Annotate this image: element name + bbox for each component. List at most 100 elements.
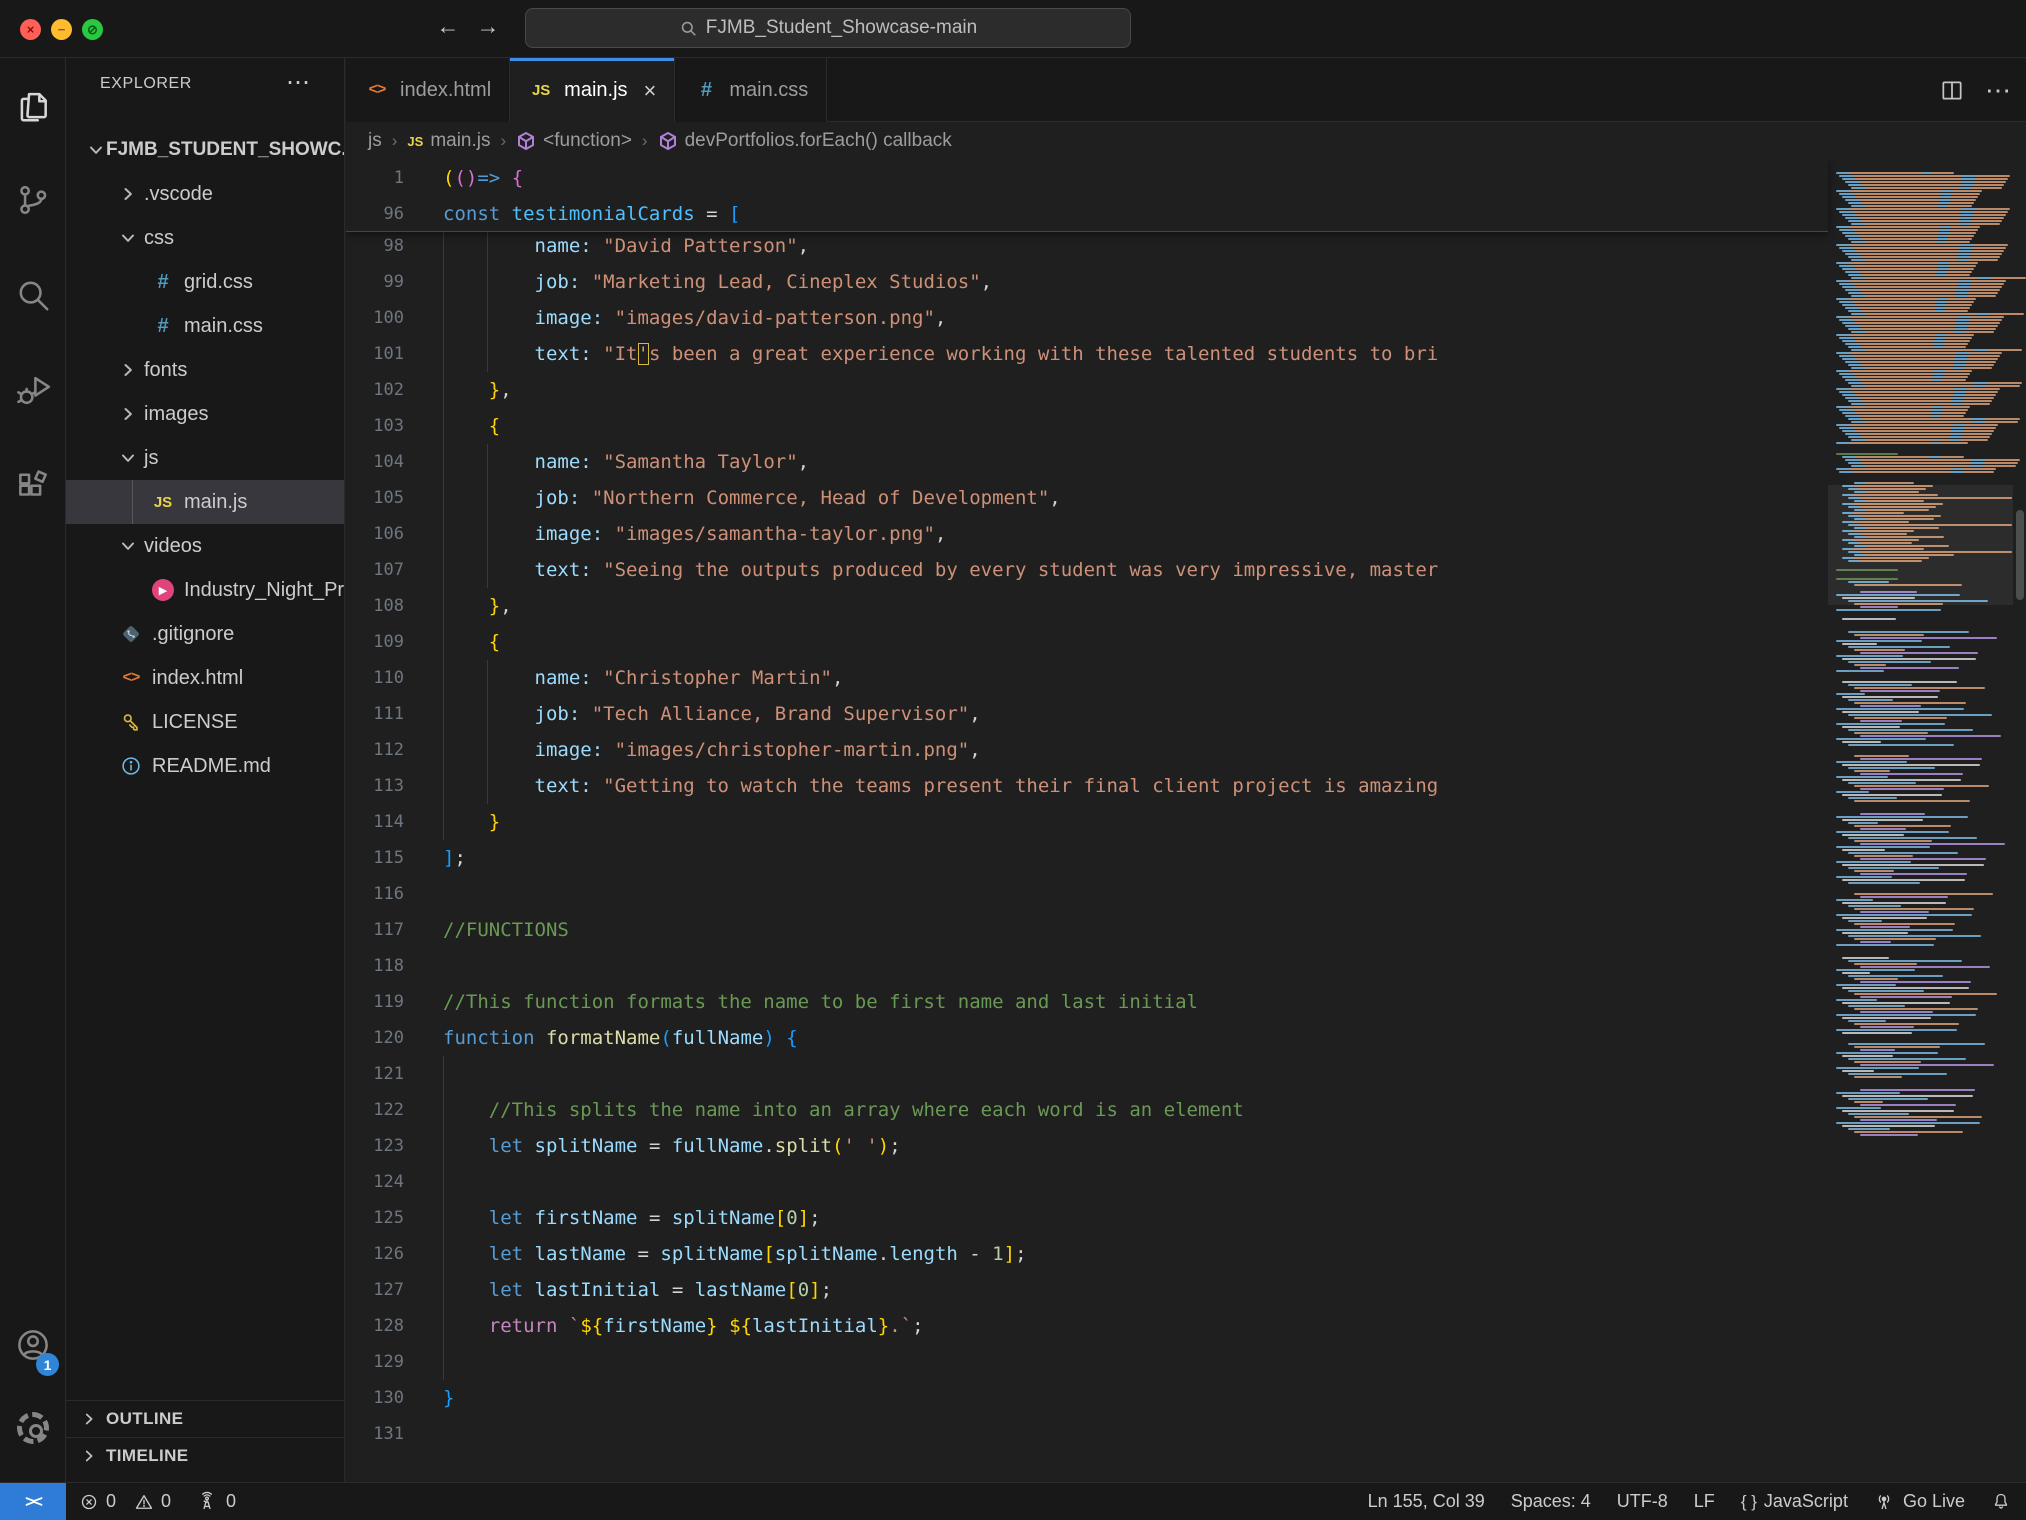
tree-file-license[interactable]: LICENSE (66, 700, 345, 744)
code-line-109[interactable]: 109 { (346, 624, 1826, 660)
minimap-row (1842, 1095, 1973, 1097)
status-eol[interactable]: LF (1681, 1483, 1728, 1520)
code-line-119[interactable]: 119//This function formats the name to b… (346, 984, 1826, 1020)
minimap-slider[interactable] (1828, 485, 2013, 605)
code-line-107[interactable]: 107 text: "Seeing the outputs produced b… (346, 552, 1826, 588)
code-line-128[interactable]: 128 return `${firstName} ${lastInitial}.… (346, 1308, 1826, 1344)
minimap[interactable] (1828, 160, 2013, 1482)
code-line-111[interactable]: 111 job: "Tech Alliance, Brand Superviso… (346, 696, 1826, 732)
code-line-112[interactable]: 112 image: "images/christopher-martin.pn… (346, 732, 1826, 768)
code-line-129[interactable]: 129 (346, 1344, 1826, 1380)
minimap-row (1860, 911, 1929, 913)
sticky-scroll[interactable]: 1(()=> {96const testimonialCards = [ (346, 160, 1828, 232)
history-forward-button[interactable]: → (472, 13, 504, 40)
tree-file-industry-night-pro-[interactable]: ▶Industry_Night_Pro... (66, 568, 345, 612)
tree-folder-videos[interactable]: videos (66, 524, 345, 568)
tree-file--gitignore[interactable]: .gitignore (66, 612, 345, 656)
code-line-104[interactable]: 104 name: "Samantha Taylor", (346, 444, 1826, 480)
code-line-118[interactable]: 118 (346, 948, 1826, 984)
code-line-131[interactable]: 131 (346, 1416, 1826, 1452)
problems-status[interactable]: 00 (66, 1483, 184, 1520)
activity-settings-icon[interactable] (0, 1393, 65, 1463)
activity-explorer-icon[interactable] (0, 71, 65, 141)
breadcrumb-item[interactable]: devPortfolios.forEach() callback (658, 130, 952, 152)
tree-folder-fjmb-student-showc-[interactable]: FJMB_STUDENT_SHOWC... (66, 128, 345, 172)
code-line-117[interactable]: 117//FUNCTIONS (346, 912, 1826, 948)
code-editor[interactable]: 97 {98 name: "David Patterson",99 job: "… (346, 160, 2026, 1482)
code-line-100[interactable]: 100 image: "images/david-patterson.png", (346, 300, 1826, 336)
close-tab-icon[interactable]: × (644, 78, 657, 104)
code-line-130[interactable]: 130} (346, 1380, 1826, 1416)
tree-file-readme-md[interactable]: README.md (66, 744, 345, 788)
code-line-114[interactable]: 114 } (346, 804, 1826, 840)
code-line-102[interactable]: 102 }, (346, 372, 1826, 408)
status-encoding[interactable]: UTF-8 (1604, 1483, 1681, 1520)
minimize-window-button[interactable]: − (51, 19, 72, 40)
code-line-105[interactable]: 105 job: "Northern Commerce, Head of Dev… (346, 480, 1826, 516)
zoom-window-button[interactable]: ⊘ (82, 19, 103, 40)
code-line-1[interactable]: 1(()=> { (346, 160, 1828, 196)
sidebar-section-outline[interactable]: OUTLINE (66, 1400, 345, 1437)
tree-folder-images[interactable]: images (66, 392, 345, 436)
code-line-101[interactable]: 101 text: "It's been a great experience … (346, 336, 1826, 372)
code-line-124[interactable]: 124 (346, 1164, 1826, 1200)
tab-index-html[interactable]: <>index.html (346, 58, 510, 122)
code-line-116[interactable]: 116 (346, 876, 1826, 912)
more-actions-icon[interactable]: ⋯ (1985, 75, 2012, 106)
breadcrumb-item[interactable]: JSmain.js (407, 130, 490, 152)
activity-extensions-icon[interactable] (0, 450, 65, 520)
code-line-106[interactable]: 106 image: "images/samantha-taylor.png", (346, 516, 1826, 552)
minimap-row (1848, 256, 2000, 258)
tree-file-main-css[interactable]: #main.css (66, 304, 345, 348)
code-line-126[interactable]: 126 let lastName = splitName[splitName.l… (346, 1236, 1826, 1272)
minimap-row (1848, 714, 1992, 716)
minimap-row (1848, 837, 1977, 839)
code-line-121[interactable]: 121 (346, 1056, 1826, 1092)
sidebar-section-timeline[interactable]: TIMELINE (66, 1437, 345, 1474)
status-notifications[interactable] (1978, 1483, 2026, 1520)
tree-folder-js[interactable]: js (66, 436, 345, 480)
history-back-button[interactable]: ← (432, 13, 464, 40)
code-line-99[interactable]: 99 job: "Marketing Lead, Cineplex Studio… (346, 264, 1826, 300)
tree-file-grid-css[interactable]: #grid.css (66, 260, 345, 304)
status-cursor-position[interactable]: Ln 155, Col 39 (1355, 1483, 1498, 1520)
code-line-120[interactable]: 120function formatName(fullName) { (346, 1020, 1826, 1056)
activity-run-debug-icon[interactable] (0, 355, 65, 425)
ports-status[interactable]: 0 (184, 1483, 249, 1520)
tree-folder-fonts[interactable]: fonts (66, 348, 345, 392)
code-line-96[interactable]: 96const testimonialCards = [ (346, 196, 1828, 232)
activity-accounts-icon[interactable]: 1 (0, 1310, 65, 1380)
explorer-more-actions-button[interactable]: ⋯ (286, 68, 312, 97)
code-line-98[interactable]: 98 name: "David Patterson", (346, 228, 1826, 264)
tree-folder--vscode[interactable]: .vscode (66, 172, 345, 216)
code-line-123[interactable]: 123 let splitName = fullName.split(' '); (346, 1128, 1826, 1164)
code-line-122[interactable]: 122 //This splits the name into an array… (346, 1092, 1826, 1128)
status-go-live[interactable]: Go Live (1861, 1483, 1978, 1520)
vertical-scrollbar[interactable] (2016, 510, 2024, 600)
code-line-125[interactable]: 125 let firstName = splitName[0]; (346, 1200, 1826, 1236)
code-line-113[interactable]: 113 text: "Getting to watch the teams pr… (346, 768, 1826, 804)
tree-file-main-js[interactable]: JSmain.js (66, 480, 345, 524)
code-line-103[interactable]: 103 { (346, 408, 1826, 444)
code-line-115[interactable]: 115]; (346, 840, 1826, 876)
split-editor-icon[interactable] (1939, 77, 1965, 103)
minimap-row (1842, 1017, 1931, 1019)
activity-search-icon[interactable] (0, 260, 65, 330)
breadcrumb[interactable]: js›JSmain.js›<function>›devPortfolios.fo… (346, 122, 2026, 160)
tab-main-css[interactable]: #main.css (675, 58, 827, 122)
activity-source-control-icon[interactable] (0, 165, 65, 235)
remote-indicator[interactable]: >< (0, 1483, 66, 1520)
breadcrumb-item[interactable]: <function> (516, 130, 632, 152)
minimap-row (1848, 1128, 1890, 1130)
command-center-search[interactable]: FJMB_Student_Showcase-main (525, 8, 1131, 48)
tab-main-js[interactable]: JSmain.js× (510, 58, 675, 123)
status-indentation[interactable]: Spaces: 4 (1498, 1483, 1604, 1520)
tree-folder-css[interactable]: css (66, 216, 345, 260)
code-line-110[interactable]: 110 name: "Christopher Martin", (346, 660, 1826, 696)
close-window-button[interactable]: × (20, 19, 41, 40)
code-line-108[interactable]: 108 }, (346, 588, 1826, 624)
code-line-127[interactable]: 127 let lastInitial = lastName[0]; (346, 1272, 1826, 1308)
tree-file-index-html[interactable]: <>index.html (66, 656, 345, 700)
status-language-mode[interactable]: { }JavaScript (1728, 1483, 1861, 1520)
breadcrumb-item[interactable]: js (368, 130, 382, 152)
